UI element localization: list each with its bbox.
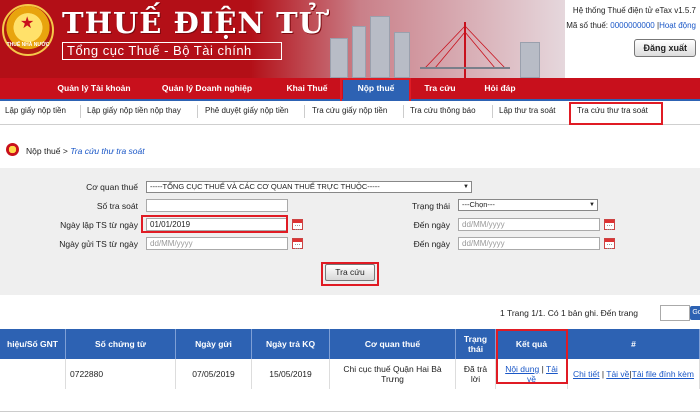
status-label: Trạng thái — [412, 201, 450, 211]
col-actions: # — [568, 329, 700, 359]
cell-actions: Chi tiết | Tải về|Tải file đính kèm — [568, 359, 700, 389]
brand-subtitle: Tổng cục Thuế - Bộ Tài chính — [62, 42, 282, 60]
nav-business-management[interactable]: Quản lý Doanh nghiệp — [152, 78, 262, 99]
page-number-input[interactable] — [660, 305, 690, 321]
cell-result-date: 15/05/2019 — [252, 359, 330, 389]
detail-link[interactable]: Chi tiết — [573, 369, 599, 379]
breadcrumb: Nộp thuế > Tra cứu thư tra soát — [0, 140, 700, 162]
breadcrumb-current: Tra cứu thư tra soát — [70, 146, 145, 156]
highlight-subnav-lookup-inquiry — [569, 102, 663, 125]
activity-link[interactable]: Hoạt động — [659, 21, 696, 30]
col-status: Trạng thái — [456, 329, 496, 359]
created-to-label: Đến ngày — [413, 220, 450, 230]
tax-emblem-logo: ★ THUẾ NHÀ NƯỚC — [2, 4, 54, 56]
nav-faq[interactable]: Hỏi đáp — [470, 78, 530, 99]
brand-title: THUẾ ĐIỆN TỬ — [62, 6, 325, 40]
bridge-icon — [420, 22, 510, 78]
pager: 1 Trang 1/1. Có 1 bản ghi. Đến trang Go — [0, 303, 700, 325]
subnav-create-inquiry[interactable]: Lập thư tra soát — [499, 106, 556, 115]
status-select[interactable]: ---Chọn--- ▼ — [458, 199, 598, 211]
pager-status: 1 Trang 1/1. Có 1 bản ghi. Đến trang — [500, 308, 638, 318]
calendar-icon[interactable] — [292, 219, 303, 230]
cell-voucher-no: 0722880 — [66, 359, 176, 389]
go-button[interactable]: Go — [690, 306, 700, 320]
nav-account-management[interactable]: Quản lý Tài khoản — [44, 78, 144, 99]
sent-from-input[interactable]: dd/MM/yyyy — [146, 237, 288, 250]
highlight-search-button — [321, 262, 379, 286]
cell-sent-date: 07/05/2019 — [176, 359, 252, 389]
col-result-date: Ngày trả KQ — [252, 329, 330, 359]
subnav-lookup-notice[interactable]: Tra cứu thông báo — [410, 106, 476, 115]
calendar-icon[interactable] — [292, 238, 303, 249]
subnav-create-payment-slip[interactable]: Lập giấy nộp tiền — [5, 106, 66, 115]
tax-code-label: Mã số thuế: — [566, 21, 609, 30]
sent-to-input[interactable]: dd/MM/yyyy — [458, 237, 600, 250]
col-agency: Cơ quan thuế — [330, 329, 456, 359]
nav-tax-declaration[interactable]: Khai Thuế — [272, 78, 342, 99]
cell-gnt — [0, 359, 66, 389]
cell-agency: Chi cục thuế Quận Hai Bà Trưng — [330, 359, 456, 389]
ref-no-input[interactable] — [146, 199, 288, 212]
highlight-nav-tax-payment — [340, 78, 411, 103]
chevron-down-icon: ▼ — [589, 202, 595, 208]
logout-button[interactable]: Đăng xuất — [634, 39, 696, 57]
chevron-down-icon: ▼ — [463, 184, 469, 190]
table-row: 0722880 07/05/2019 15/05/2019 Chi cục th… — [0, 359, 700, 412]
table-header: hiệu/Số GNT Số chứng từ Ngày gửi Ngày tr… — [0, 329, 700, 359]
emblem-icon — [6, 143, 19, 156]
highlight-created-from — [141, 215, 288, 233]
col-sent-date: Ngày gửi — [176, 329, 252, 359]
sent-from-label: Ngày gửi TS từ ngày — [59, 239, 138, 249]
download-link[interactable]: Tải về — [606, 369, 629, 379]
sent-to-label: Đến ngày — [413, 239, 450, 249]
subnav-approve-payment-slip[interactable]: Phê duyệt giấy nộp tiền — [205, 106, 289, 115]
tax-code-value: 0000000000 — [610, 21, 655, 30]
breadcrumb-parent[interactable]: Nộp thuế — [26, 146, 61, 156]
subnav-create-proxy-payment-slip[interactable]: Lập giấy nộp tiền nộp thay — [87, 106, 181, 115]
agency-label: Cơ quan thuế — [86, 182, 138, 192]
nav-lookup[interactable]: Tra cứu — [412, 78, 468, 99]
col-voucher-no: Số chứng từ — [66, 329, 176, 359]
cell-status: Đã trả lời — [456, 359, 496, 389]
download-attachment-link[interactable]: Tải file đính kèm — [632, 369, 694, 379]
col-gnt: hiệu/Số GNT — [0, 329, 66, 359]
system-version-label: Hệ thống Thuế điện tử eTax v1.5.7 — [572, 6, 696, 15]
agency-select[interactable]: -----TỔNG CỤC THUẾ VÀ CÁC CƠ QUAN THUẾ T… — [146, 181, 472, 193]
calendar-icon[interactable] — [604, 238, 615, 249]
created-from-label: Ngày lập TS từ ngày — [60, 220, 138, 230]
calendar-icon[interactable] — [604, 219, 615, 230]
account-panel: Hệ thống Thuế điện tử eTax v1.5.7 Mã số … — [566, 6, 696, 57]
created-to-input[interactable]: dd/MM/yyyy — [458, 218, 600, 231]
city-skyline-image — [300, 0, 565, 78]
ref-no-label: Số tra soát — [96, 201, 138, 211]
highlight-result-column — [496, 329, 568, 384]
site-header: ★ THUẾ NHÀ NƯỚC THUẾ ĐIỆN TỬ Tổng cục Th… — [0, 0, 700, 78]
subnav-lookup-payment-slip[interactable]: Tra cứu giấy nộp tiền — [312, 106, 387, 115]
